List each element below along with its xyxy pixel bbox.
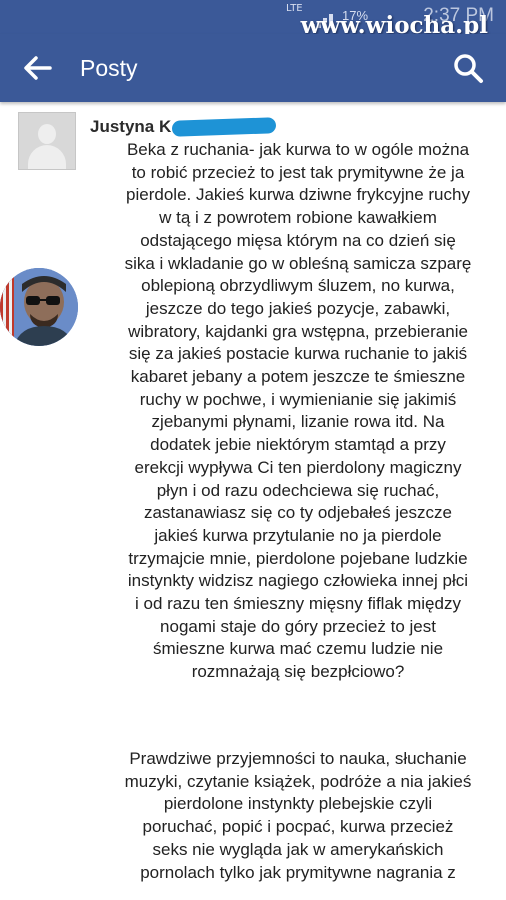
- avatar-placeholder-body: [28, 145, 66, 169]
- profile-avatar[interactable]: [0, 268, 78, 346]
- search-icon: [454, 54, 483, 83]
- avatar[interactable]: [18, 112, 76, 170]
- status-bar: LTE 17% 2:37 PM www.wiocha.pl: [0, 0, 506, 39]
- search-button[interactable]: [452, 52, 484, 84]
- app-bar: Posty: [0, 34, 506, 102]
- arrow-left-icon: [24, 56, 52, 80]
- post-paragraph: Beka z ruchania- jak kurwa to w ogóle mo…: [124, 140, 472, 682]
- page-title: Posty: [80, 55, 138, 81]
- post-paragraph: Prawdziwe przyjemności to nauka, słuchan…: [124, 749, 472, 882]
- redaction-mark: [171, 117, 277, 137]
- person-sunglasses-icon: [0, 268, 78, 346]
- avatar-placeholder-head: [38, 124, 56, 144]
- post-author[interactable]: Justyna K: [90, 117, 171, 137]
- back-button[interactable]: [22, 54, 52, 82]
